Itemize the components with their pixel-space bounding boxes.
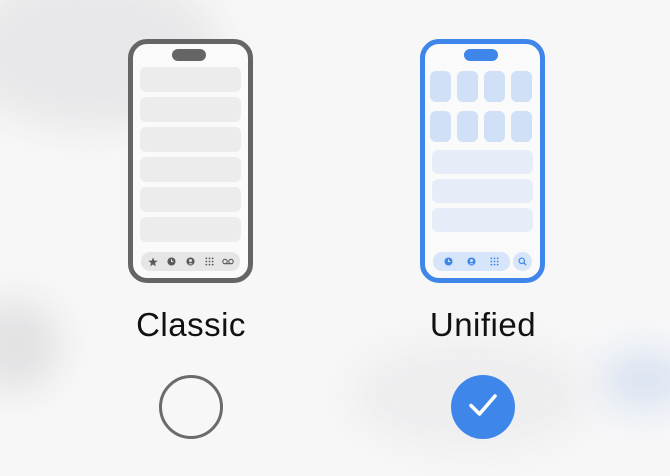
favorite-tile xyxy=(484,111,505,142)
favorite-tile xyxy=(457,71,478,102)
dynamic-island xyxy=(172,49,206,61)
unified-list-rows xyxy=(432,150,533,237)
layout-option-classic[interactable]: Classic xyxy=(91,0,291,476)
search-icon xyxy=(517,256,529,268)
unified-phone-preview[interactable] xyxy=(420,39,545,283)
keypad-icon xyxy=(489,256,501,268)
keypad-icon xyxy=(203,256,215,268)
person-icon xyxy=(184,256,196,268)
list-row-placeholder xyxy=(140,97,241,122)
classic-phone-preview[interactable] xyxy=(128,39,253,283)
dynamic-island xyxy=(464,49,498,61)
classic-tab-bar xyxy=(141,252,240,271)
list-row-placeholder xyxy=(432,150,533,174)
favorite-tile xyxy=(457,111,478,142)
list-row-placeholder xyxy=(140,187,241,212)
favorite-tile xyxy=(430,71,451,102)
clock-icon xyxy=(166,256,178,268)
list-row-placeholder xyxy=(432,208,533,232)
unified-tab-bar xyxy=(433,252,510,271)
option-label-unified: Unified xyxy=(429,306,537,343)
favorite-tile xyxy=(430,111,451,142)
option-label-classic: Classic xyxy=(136,306,246,343)
favorite-tile xyxy=(511,111,532,142)
favorite-tile xyxy=(511,71,532,102)
classic-radio-button[interactable] xyxy=(159,375,223,439)
person-icon xyxy=(466,256,478,268)
list-row-placeholder xyxy=(140,67,241,92)
unified-radio-button[interactable] xyxy=(451,375,515,439)
list-row-placeholder xyxy=(140,127,241,152)
list-row-placeholder xyxy=(140,217,241,242)
classic-list-rows xyxy=(140,67,241,247)
layout-option-unified[interactable]: Unified xyxy=(383,0,583,476)
favorites-grid xyxy=(430,71,535,142)
checkmark-icon xyxy=(468,392,498,423)
star-icon xyxy=(147,256,159,268)
list-row-placeholder xyxy=(140,157,241,182)
voicemail-icon xyxy=(221,256,234,268)
list-row-placeholder xyxy=(432,179,533,203)
clock-icon xyxy=(443,256,455,268)
search-pill xyxy=(513,252,532,271)
favorite-tile xyxy=(484,71,505,102)
